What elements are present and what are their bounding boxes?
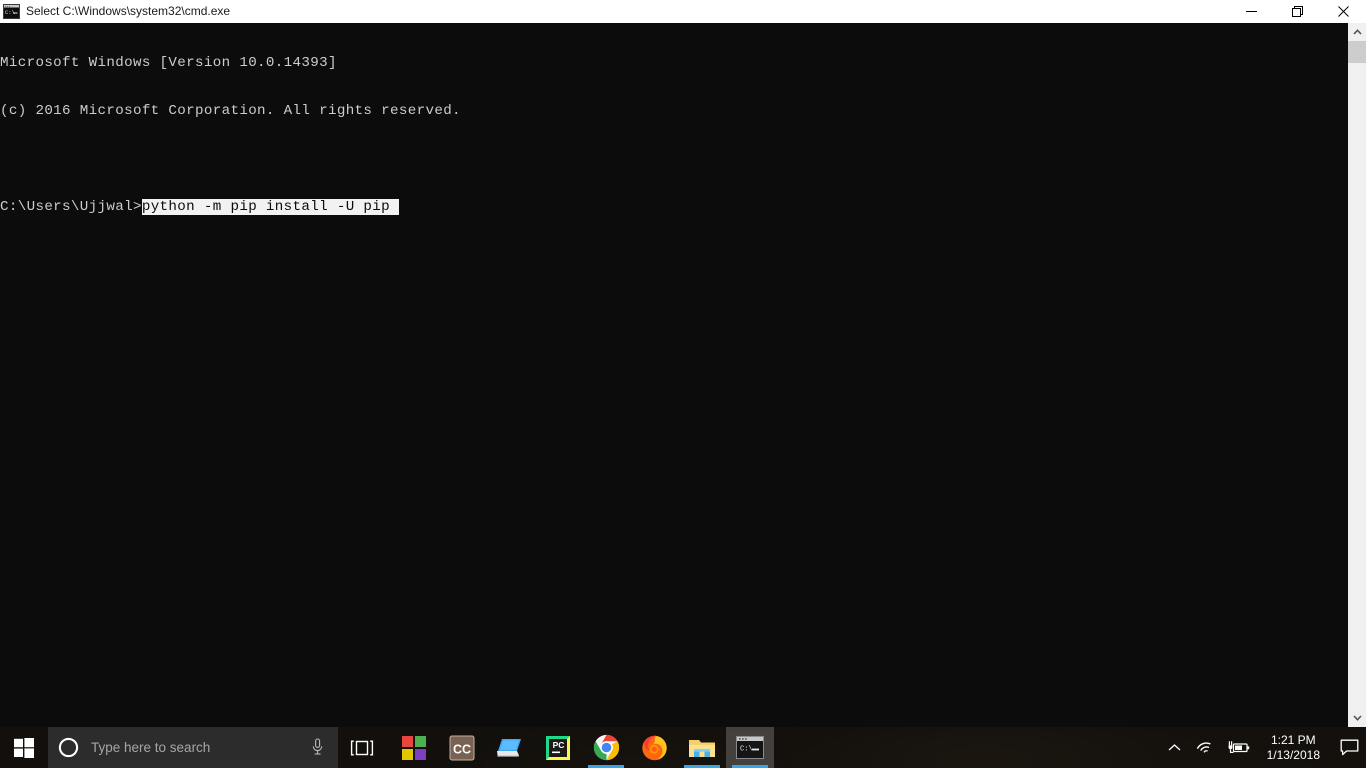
scrollbar-up-button[interactable]: [1348, 23, 1366, 41]
taskbar-item-creative-cloud[interactable]: CC: [438, 727, 486, 768]
taskbar-item-google-chrome[interactable]: [582, 727, 630, 768]
svg-text:PC: PC: [553, 740, 565, 750]
chrome-icon: [593, 734, 619, 761]
battery-charging-icon: [1228, 741, 1249, 753]
cmd-icon: C:\: [736, 736, 764, 759]
restore-icon: [1291, 6, 1303, 17]
window-title: Select C:\Windows\system32\cmd.exe: [26, 4, 231, 18]
clock-time: 1:21 PM: [1270, 732, 1316, 747]
chevron-up-icon: [1168, 744, 1181, 751]
start-button[interactable]: [0, 727, 48, 768]
show-hidden-icons-button[interactable]: [1161, 727, 1188, 768]
taskbar-item-microsoft-store[interactable]: [390, 727, 438, 768]
file-explorer-icon: [689, 739, 715, 757]
taskbar-item-file-explorer[interactable]: [678, 727, 726, 768]
selected-command-text[interactable]: python -m pip install -U pip: [141, 199, 399, 215]
console-scrollbar[interactable]: [1348, 23, 1366, 727]
clock[interactable]: 1:21 PM 1/13/2018: [1257, 727, 1332, 768]
chevron-up-icon: [1352, 29, 1362, 35]
pycharm-icon: PC: [546, 735, 570, 760]
close-icon: [1337, 6, 1349, 17]
console-line: Microsoft Windows [Version 10.0.14393]: [0, 55, 337, 71]
taskbar-item-pycharm[interactable]: PC: [534, 727, 582, 768]
laptop-icon: [497, 738, 521, 757]
notification-icon: [1340, 739, 1358, 756]
scrollbar-down-button[interactable]: [1348, 709, 1366, 727]
console-prompt-line: C:\Users\Ujjwal>python -m pip install -U…: [0, 199, 1348, 215]
taskbar-item-command-prompt[interactable]: C:\: [726, 727, 774, 768]
network-status-button[interactable]: [1188, 727, 1221, 768]
console-output-area[interactable]: Microsoft Windows [Version 10.0.14393] (…: [0, 23, 1348, 727]
firefox-icon: [641, 735, 667, 761]
cortana-icon: [58, 737, 79, 758]
search-box[interactable]: Type here to search: [48, 727, 338, 768]
minimize-button[interactable]: [1228, 0, 1274, 23]
minimize-icon: [1245, 11, 1257, 12]
taskbar-item-remote-desktop[interactable]: [486, 727, 534, 768]
windows-logo-icon: [14, 737, 34, 758]
cmd-icon: C:\: [3, 4, 20, 19]
command-prompt-window: C:\ Select C:\Windows\system32\cmd.exe M…: [0, 0, 1366, 727]
clock-date: 1/13/2018: [1266, 747, 1320, 762]
task-view-button[interactable]: [338, 727, 386, 768]
console-line: (c) 2016 Microsoft Corporation. All righ…: [0, 103, 461, 119]
close-button[interactable]: [1320, 0, 1366, 23]
system-tray: 1:21 PM 1/13/2018: [1161, 727, 1366, 768]
svg-text:C:\: C:\: [740, 746, 753, 754]
restore-button[interactable]: [1274, 0, 1320, 23]
screen: C:\ Select C:\Windows\system32\cmd.exe M…: [0, 0, 1366, 768]
taskbar: Type here to search CC PC C:\ 1:21 PM 1/…: [0, 727, 1366, 768]
task-view-icon: [350, 740, 374, 756]
taskbar-app-icons: CC PC C:\: [390, 727, 774, 768]
prompt-text: C:\Users\Ujjwal>: [0, 199, 142, 215]
battery-status-button[interactable]: [1221, 727, 1257, 768]
action-center-button[interactable]: [1332, 727, 1366, 768]
window-controls: [1228, 0, 1366, 23]
search-input[interactable]: Type here to search: [91, 740, 210, 755]
microphone-icon[interactable]: [311, 738, 324, 757]
chevron-down-icon: [1352, 715, 1362, 721]
taskbar-item-mozilla-firefox[interactable]: [630, 727, 678, 768]
wifi-icon: [1196, 741, 1211, 753]
console-text: Microsoft Windows [Version 10.0.14393] (…: [0, 23, 1348, 247]
creative-cloud-icon: CC: [449, 735, 475, 760]
microsoft-store-icon: [402, 735, 426, 760]
scrollbar-thumb[interactable]: [1348, 41, 1366, 63]
titlebar[interactable]: C:\ Select C:\Windows\system32\cmd.exe: [0, 0, 1366, 24]
svg-text:CC: CC: [453, 742, 471, 756]
